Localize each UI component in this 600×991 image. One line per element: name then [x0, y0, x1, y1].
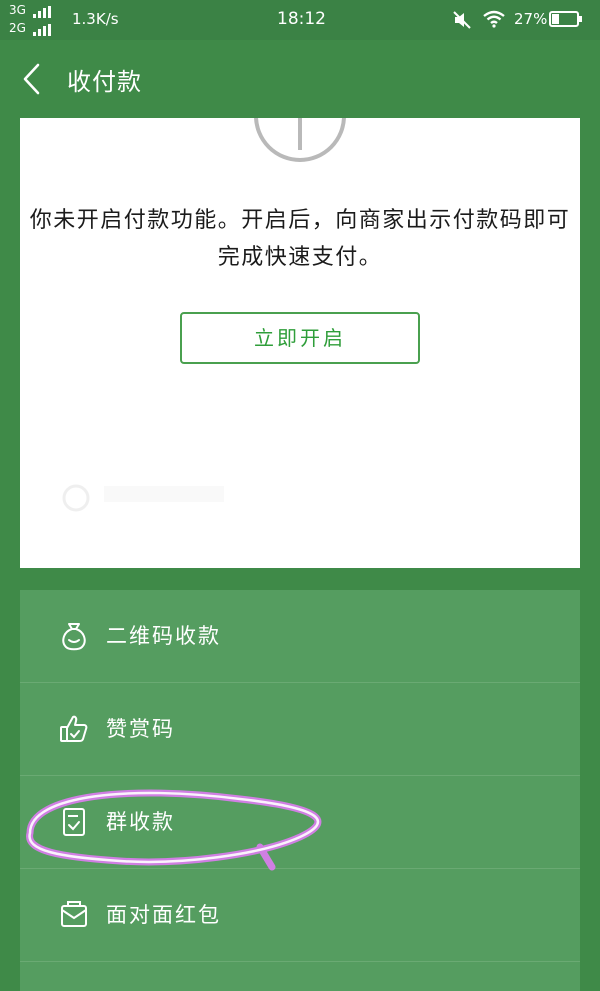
- payment-disabled-message: 你未开启付款功能。开启后，向商家出示付款码即可完成快速支付。: [29, 208, 571, 270]
- signal-icon: [32, 23, 53, 36]
- menu-item-label: 群收款: [106, 810, 175, 834]
- enable-payment-button[interactable]: 立即开启: [180, 312, 420, 364]
- signal-2g: 2G: [9, 22, 53, 36]
- mute-icon: [453, 11, 471, 29]
- divider: [20, 961, 580, 962]
- signal-icon: [32, 5, 53, 18]
- thumbs-up-icon: [60, 715, 88, 742]
- chevron-left-icon[interactable]: [20, 62, 44, 96]
- group-receipt-icon: [63, 808, 85, 836]
- status-bar: 3G 2G 1.3K/s 18:12 27%: [0, 0, 600, 40]
- menu-item-group-receipt[interactable]: 群收款: [20, 776, 580, 868]
- red-envelope-icon: [61, 901, 87, 927]
- menu-list: 二维码收款 赞赏码 群收款 面对面红包: [20, 590, 580, 991]
- battery-percent: 27%: [514, 10, 548, 28]
- payment-status-icon: [254, 118, 346, 162]
- page-title: 收付款: [67, 68, 142, 96]
- menu-item-qr-receive[interactable]: 二维码收款: [20, 590, 580, 682]
- network-speed: 1.3K/s: [72, 10, 119, 28]
- faint-icon: [62, 484, 90, 512]
- wifi-icon: [483, 10, 505, 28]
- app-header: 收付款: [0, 40, 600, 116]
- menu-item-label: 赞赏码: [106, 717, 175, 741]
- menu-item-label: 面对面红包: [106, 903, 221, 927]
- signal-3g: 3G: [9, 4, 53, 18]
- money-bag-icon: [62, 623, 86, 651]
- menu-item-label: 二维码收款: [106, 624, 221, 648]
- payment-card: 你未开启付款功能。开启后，向商家出示付款码即可完成快速支付。 立即开启: [20, 118, 580, 568]
- faint-placeholder: [104, 486, 224, 502]
- menu-item-appreciation-code[interactable]: 赞赏码: [20, 683, 580, 775]
- clock: 18:12: [277, 9, 326, 29]
- battery-icon: [549, 11, 582, 27]
- menu-item-face-to-face-red-packet[interactable]: 面对面红包: [20, 869, 580, 961]
